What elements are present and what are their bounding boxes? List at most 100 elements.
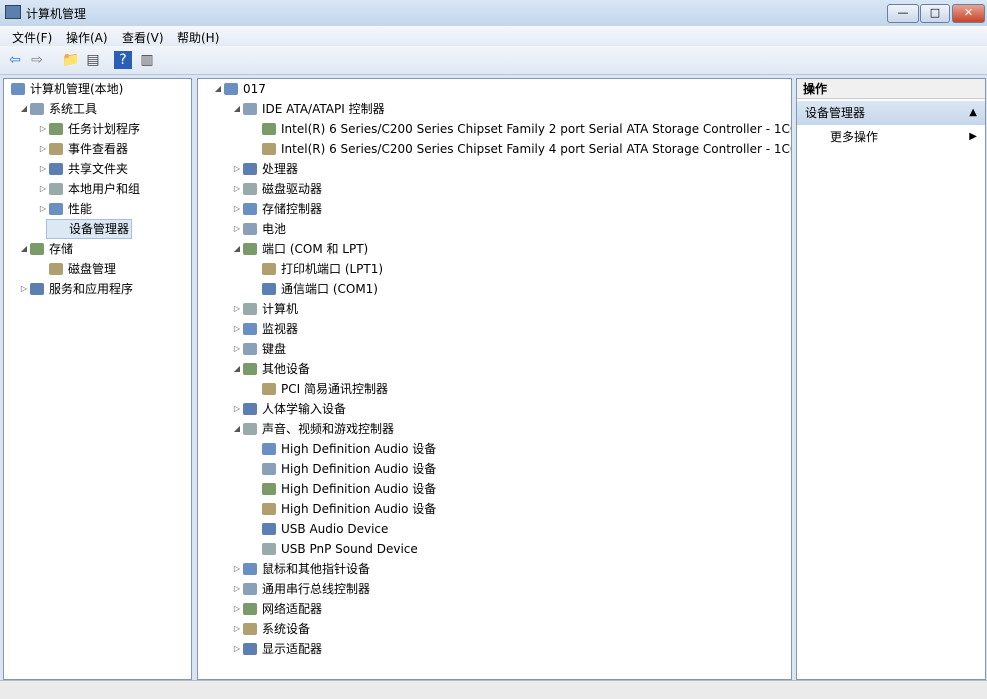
tree-item[interactable]: ◢ 其他设备 xyxy=(198,359,791,379)
expand-arrow-icon[interactable]: ▷ xyxy=(232,199,242,219)
tree-item[interactable]: ▷ 系统设备 xyxy=(198,619,791,639)
tree-item[interactable]: 设备管理器 xyxy=(4,219,191,239)
menu-view[interactable]: 查看(V) xyxy=(122,29,164,46)
more-actions-label: 更多操作 xyxy=(830,130,879,144)
close-button[interactable]: ✕ xyxy=(952,4,985,23)
expand-arrow-icon[interactable]: ▷ xyxy=(232,159,242,179)
tree-item[interactable]: High Definition Audio 设备 xyxy=(198,479,791,499)
tree-item[interactable]: ▷ 共享文件夹 xyxy=(4,159,191,179)
tree-item[interactable]: Intel(R) 6 Series/C200 Series Chipset Fa… xyxy=(198,119,791,139)
collapse-arrow-icon[interactable]: ◢ xyxy=(232,239,242,259)
collapse-arrow-icon[interactable]: ◢ xyxy=(232,99,242,119)
show-hide-action-pane-icon[interactable]: ▥ xyxy=(138,51,156,69)
device-icon xyxy=(243,163,257,175)
tree-item[interactable]: ◢ 端口 (COM 和 LPT) xyxy=(198,239,791,259)
back-arrow-icon[interactable]: ⇦ xyxy=(6,51,24,69)
tree-item[interactable]: ▷ 事件查看器 xyxy=(4,139,191,159)
actions-section-device-manager[interactable]: 设备管理器 ▲ xyxy=(797,101,985,125)
device-icon xyxy=(262,383,276,395)
help-icon[interactable]: ? xyxy=(114,51,132,69)
tree-item[interactable]: ▷ 磁盘驱动器 xyxy=(198,179,791,199)
expand-arrow-icon[interactable]: ▷ xyxy=(232,639,242,659)
tree-item-label: 处理器 xyxy=(262,162,299,176)
tree-item[interactable]: 计算机管理(本地) xyxy=(4,79,191,99)
collapse-up-icon[interactable]: ▲ xyxy=(969,101,977,125)
menu-action[interactable]: 操作(A) xyxy=(66,29,108,46)
tree-item[interactable]: ◢ IDE ATA/ATAPI 控制器 xyxy=(198,99,791,119)
tree-item[interactable]: High Definition Audio 设备 xyxy=(198,459,791,479)
tree-item[interactable]: ▷ 通用串行总线控制器 xyxy=(198,579,791,599)
tree-item[interactable]: ▷ 本地用户和组 xyxy=(4,179,191,199)
expand-arrow-icon[interactable]: ▷ xyxy=(232,399,242,419)
device-icon xyxy=(243,563,257,575)
tree-item[interactable]: ◢ 声音、视频和游戏控制器 xyxy=(198,419,791,439)
tree-item[interactable]: High Definition Audio 设备 xyxy=(198,439,791,459)
tree-item[interactable]: ▷ 人体学输入设备 xyxy=(198,399,791,419)
tree-item[interactable]: ▷ 监视器 xyxy=(198,319,791,339)
collapse-arrow-icon[interactable]: ◢ xyxy=(232,359,242,379)
expand-arrow-icon[interactable]: ▷ xyxy=(38,179,48,199)
forward-arrow-icon[interactable]: ⇨ xyxy=(28,51,46,69)
device-icon xyxy=(243,403,257,415)
collapse-arrow-icon[interactable]: ◢ xyxy=(213,79,223,99)
expand-arrow-icon[interactable]: ▷ xyxy=(38,119,48,139)
tree-item[interactable]: USB PnP Sound Device xyxy=(198,539,791,559)
tree-item[interactable]: ▷ 存储控制器 xyxy=(198,199,791,219)
expand-arrow-icon[interactable]: ▷ xyxy=(38,199,48,219)
maximize-button[interactable]: □ xyxy=(920,4,950,23)
tree-item[interactable]: 打印机端口 (LPT1) xyxy=(198,259,791,279)
collapse-arrow-icon[interactable]: ◢ xyxy=(19,239,29,259)
tree-item[interactable]: High Definition Audio 设备 xyxy=(198,499,791,519)
tree-item[interactable]: ▷ 计算机 xyxy=(198,299,791,319)
up-folder-icon[interactable]: 📁 xyxy=(62,51,80,69)
tree-item[interactable]: ◢ 017 xyxy=(198,79,791,99)
tree-item-label: IDE ATA/ATAPI 控制器 xyxy=(262,102,385,116)
expand-arrow-icon[interactable]: ▷ xyxy=(38,139,48,159)
device-icon xyxy=(30,243,44,255)
tree-item[interactable]: ▷ 性能 xyxy=(4,199,191,219)
collapse-arrow-icon[interactable]: ◢ xyxy=(19,99,29,119)
tree-item[interactable]: ▷ 网络适配器 xyxy=(198,599,791,619)
tree-item-label: 网络适配器 xyxy=(262,602,323,616)
tree-item[interactable]: ▷ 显示适配器 xyxy=(198,639,791,659)
more-actions-item[interactable]: 更多操作 ▶ xyxy=(797,127,985,147)
tree-item[interactable]: ◢ 存储 xyxy=(4,239,191,259)
tree-item[interactable]: ▷ 电池 xyxy=(198,219,791,239)
minimize-button[interactable]: — xyxy=(887,4,919,23)
device-icon xyxy=(243,223,257,235)
expand-arrow-icon[interactable]: ▷ xyxy=(232,319,242,339)
expand-arrow-icon[interactable]: ▷ xyxy=(232,339,242,359)
expand-arrow-icon[interactable]: ▷ xyxy=(232,579,242,599)
tree-item-label: 显示适配器 xyxy=(262,642,323,656)
device-icon xyxy=(243,323,257,335)
tree-item[interactable]: ▷ 鼠标和其他指针设备 xyxy=(198,559,791,579)
tree-item[interactable]: ▷ 任务计划程序 xyxy=(4,119,191,139)
tree-item-label: 性能 xyxy=(68,202,93,216)
tree-item[interactable]: ◢ 系统工具 xyxy=(4,99,191,119)
menu-help[interactable]: 帮助(H) xyxy=(177,29,219,46)
collapse-arrow-icon[interactable]: ◢ xyxy=(232,419,242,439)
tree-item[interactable]: ▷ 键盘 xyxy=(198,339,791,359)
tree-item[interactable]: ▷ 处理器 xyxy=(198,159,791,179)
show-hide-tree-icon[interactable]: ▤ xyxy=(84,51,102,69)
expand-arrow-icon[interactable]: ▷ xyxy=(38,159,48,179)
expand-arrow-icon[interactable]: ▷ xyxy=(232,299,242,319)
expand-arrow-icon[interactable]: ▷ xyxy=(232,559,242,579)
expand-arrow-icon[interactable]: ▷ xyxy=(232,619,242,639)
tree-item[interactable]: ▷ 服务和应用程序 xyxy=(4,279,191,299)
expand-arrow-icon[interactable]: ▷ xyxy=(232,179,242,199)
tree-item-label: 设备管理器 xyxy=(46,219,133,239)
device-icon xyxy=(243,343,257,355)
expand-arrow-icon[interactable]: ▷ xyxy=(232,599,242,619)
tree-item-label: 本地用户和组 xyxy=(68,182,141,196)
tree-item[interactable]: Intel(R) 6 Series/C200 Series Chipset Fa… xyxy=(198,139,791,159)
tree-item[interactable]: 通信端口 (COM1) xyxy=(198,279,791,299)
device-icon xyxy=(262,143,276,155)
expand-arrow-icon[interactable]: ▷ xyxy=(19,279,29,299)
tree-item[interactable]: 磁盘管理 xyxy=(4,259,191,279)
expand-arrow-icon[interactable]: ▷ xyxy=(232,219,242,239)
menu-file[interactable]: 文件(F) xyxy=(12,29,52,46)
device-icon xyxy=(262,443,276,455)
tree-item[interactable]: USB Audio Device xyxy=(198,519,791,539)
tree-item[interactable]: PCI 简易通讯控制器 xyxy=(198,379,791,399)
